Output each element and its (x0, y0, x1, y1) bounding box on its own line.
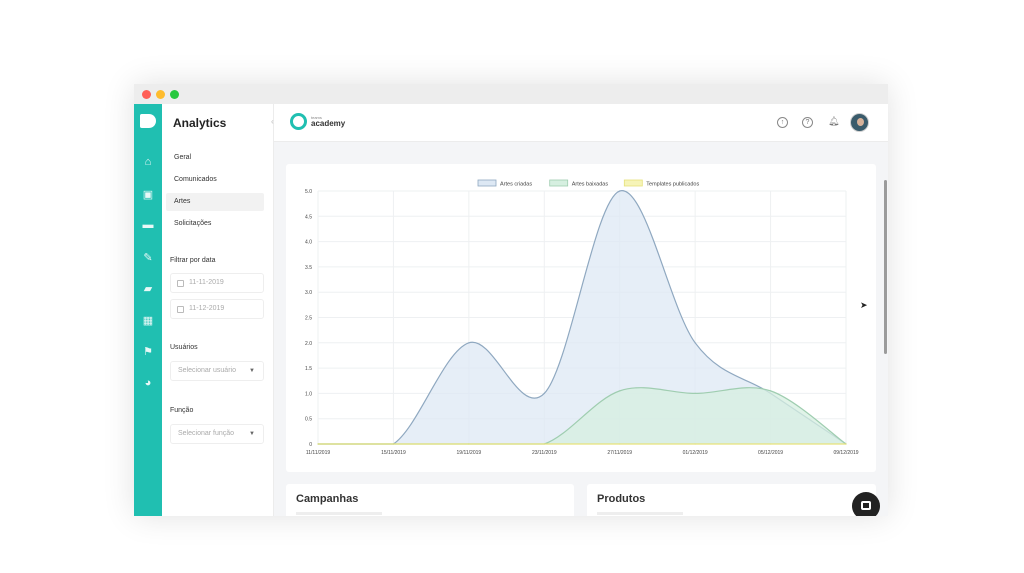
legend-swatch (623, 179, 643, 187)
vertical-scrollbar[interactable] (884, 180, 887, 354)
collapse-sidebar-icon[interactable]: ‹ (271, 117, 274, 126)
start-date-value: 11-11-2019 (189, 279, 224, 286)
brand-logo[interactable]: teams academy (290, 113, 345, 130)
bell-icon[interactable]: 🔔︎ (828, 116, 839, 127)
campaigns-title: Campanhas (296, 493, 359, 505)
role-select-placeholder: Selecionar função (178, 430, 235, 437)
screen: ⌂ ▣ ▬ ✎ ▰ ▦ ⚑ ◕ Analytics Geral Comunica… (0, 0, 1024, 573)
users-select[interactable]: Selecionar usuário ▼ (170, 361, 264, 381)
app-logo-icon[interactable] (140, 114, 156, 128)
maximize-window-button[interactable] (170, 90, 179, 99)
products-card: Produtos (587, 484, 876, 516)
x-tick-label: 11/11/2019 (306, 450, 331, 456)
y-tick-label: 0 (309, 442, 312, 448)
card-icon[interactable]: ▬ (141, 219, 155, 231)
data-point (619, 390, 621, 392)
x-tick-label: 05/12/2019 (758, 450, 783, 456)
y-tick-label: 1.5 (305, 366, 312, 372)
mouse-cursor-icon: ➤ (860, 300, 868, 310)
date-filter-label: Filtrar por data (170, 257, 216, 264)
x-tick-label: 27/11/2019 (607, 450, 632, 456)
sidebar-item-artes[interactable]: Artes (166, 193, 264, 211)
campaigns-subtitle-placeholder (296, 512, 382, 515)
data-point (468, 342, 470, 344)
analytics-chart-card: 0 0.5 1.0 1.5 2.0 2.5 3.0 3.5 4.0 4.5 5.0 11/11/201… (286, 164, 876, 472)
data-point (619, 443, 621, 445)
data-point (845, 443, 847, 445)
data-point (543, 392, 545, 394)
data-point (694, 392, 696, 394)
inbox-icon[interactable]: ▣ (141, 188, 155, 201)
x-tick-label: 15/11/2019 (381, 450, 406, 456)
folder-icon[interactable]: ▰ (141, 282, 155, 295)
users-select-placeholder: Selecionar usuário (178, 367, 236, 374)
pie-chart-icon[interactable]: ◕ (141, 377, 155, 389)
y-tick-label: 2.5 (305, 316, 312, 322)
legend-swatch (549, 179, 569, 187)
data-point (468, 443, 470, 445)
y-tick-label: 3.5 (305, 265, 312, 271)
minimize-window-button[interactable] (156, 90, 165, 99)
calendar-icon (177, 280, 184, 287)
brush-icon[interactable]: ✎ (141, 251, 155, 264)
help-icon[interactable]: ? (802, 117, 813, 128)
sidebar-item-comunicados[interactable]: Comunicados (166, 171, 264, 189)
users-label: Usuários (170, 344, 198, 351)
top-header: ‹ teams academy ↑ ? 🔔︎ (271, 104, 888, 142)
sidebar-item-solicitacoes[interactable]: Solicitações (166, 215, 264, 233)
analytics-sidebar: Analytics Geral Comunicados Artes Solici… (162, 104, 274, 516)
x-tick-label: 23/11/2019 (532, 450, 557, 456)
end-date-field[interactable]: 11-12-2019 (170, 299, 264, 319)
data-point (619, 190, 621, 192)
y-tick-label: 4.0 (305, 240, 312, 246)
chevron-down-icon: ▼ (249, 368, 255, 374)
legend-swatch (477, 179, 497, 187)
role-label: Função (170, 407, 194, 414)
y-tick-label: 0.5 (305, 417, 312, 423)
avatar-face (857, 118, 864, 126)
products-title: Produtos (597, 493, 646, 505)
upload-icon[interactable]: ↑ (777, 117, 788, 128)
y-tick-label: 4.5 (305, 214, 312, 220)
legend-label: Templates publicados (646, 182, 699, 188)
data-point (392, 443, 395, 445)
flag-icon[interactable]: ⚑ (141, 345, 155, 358)
y-tick-label: 2.0 (305, 341, 312, 347)
data-point (317, 443, 319, 445)
start-date-field[interactable]: 11-11-2019 (170, 273, 264, 293)
chat-button[interactable] (852, 492, 880, 516)
chat-icon (861, 501, 871, 510)
y-tick-label: 3.0 (305, 290, 312, 296)
end-date-value: 11-12-2019 (189, 305, 225, 312)
data-point (543, 443, 545, 445)
campaigns-card: Campanhas (286, 484, 574, 516)
y-tick-label: 5.0 (305, 189, 312, 195)
chevron-down-icon: ▼ (249, 431, 255, 437)
x-tick-label: 01/12/2019 (683, 450, 708, 456)
window-titlebar (134, 84, 888, 104)
brand-ring-icon (290, 113, 307, 130)
sidebar-title: Analytics (173, 116, 227, 130)
grid-icon[interactable]: ▦ (141, 314, 155, 327)
calendar-icon (177, 306, 184, 313)
role-select[interactable]: Selecionar função ▼ (170, 424, 264, 444)
close-window-button[interactable] (142, 90, 151, 99)
data-point (694, 342, 696, 344)
legend-label: Artes criadas (500, 182, 532, 188)
brand-name: academy (311, 118, 346, 128)
area-chart: 0 0.5 1.0 1.5 2.0 2.5 3.0 3.5 4.0 4.5 5.0 11/11/201… (305, 179, 859, 456)
icon-rail: ⌂ ▣ ▬ ✎ ▰ ▦ ⚑ ◕ (134, 104, 162, 516)
app-window: ⌂ ▣ ▬ ✎ ▰ ▦ ⚑ ◕ Analytics Geral Comunica… (134, 84, 888, 516)
sidebar-item-geral[interactable]: Geral (166, 149, 264, 167)
data-point (769, 443, 772, 445)
data-point (694, 443, 696, 445)
x-tick-label: 09/12/2019 (833, 450, 858, 456)
x-tick-label: 19/11/2019 (457, 450, 482, 456)
avatar[interactable] (850, 113, 869, 132)
y-tick-label: 1.0 (305, 391, 312, 397)
data-point (769, 390, 772, 392)
products-subtitle-placeholder (597, 512, 683, 515)
legend-label: Artes baixadas (572, 182, 609, 188)
home-icon[interactable]: ⌂ (141, 156, 155, 168)
